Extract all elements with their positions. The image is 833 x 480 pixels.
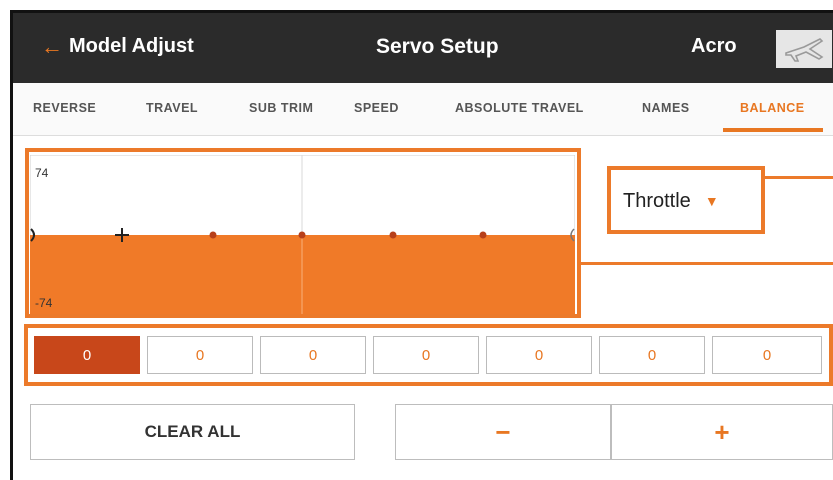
model-name: Acro (691, 35, 737, 57)
back-label: Model Adjust (69, 35, 194, 57)
tab-names[interactable]: NAMES (642, 101, 690, 115)
tab-balance[interactable]: BALANCE (740, 101, 805, 115)
airplane-icon (785, 38, 824, 62)
decrement-button[interactable]: − (395, 404, 611, 460)
tab-bar: REVERSE TRAVEL SUB TRIM SPEED ABSOLUTE T… (13, 83, 833, 136)
active-tab-indicator (723, 128, 823, 132)
callout-line (765, 176, 833, 179)
chart-highlight-box (25, 148, 581, 318)
dropdown-highlight-box (607, 166, 765, 234)
title-bar: ← Model Adjust Servo Setup Acro (13, 13, 833, 83)
back-arrow-icon: ← (41, 33, 63, 59)
tab-absolute-travel[interactable]: ABSOLUTE TRAVEL (455, 101, 584, 115)
tab-sub-trim[interactable]: SUB TRIM (249, 101, 313, 115)
plus-icon: + (714, 416, 730, 447)
page-title: Servo Setup (376, 35, 499, 58)
clear-all-button[interactable]: CLEAR ALL (30, 404, 355, 460)
tab-speed[interactable]: SPEED (354, 101, 399, 115)
minus-icon: − (495, 416, 511, 447)
tab-travel[interactable]: TRAVEL (146, 101, 198, 115)
callout-line (578, 262, 833, 265)
back-button[interactable]: ← Model Adjust (41, 35, 194, 58)
model-image-button[interactable] (776, 30, 832, 68)
values-highlight-box (24, 324, 833, 386)
tab-reverse[interactable]: REVERSE (33, 101, 96, 115)
clear-all-label: CLEAR ALL (144, 422, 241, 441)
increment-button[interactable]: + (611, 404, 833, 460)
